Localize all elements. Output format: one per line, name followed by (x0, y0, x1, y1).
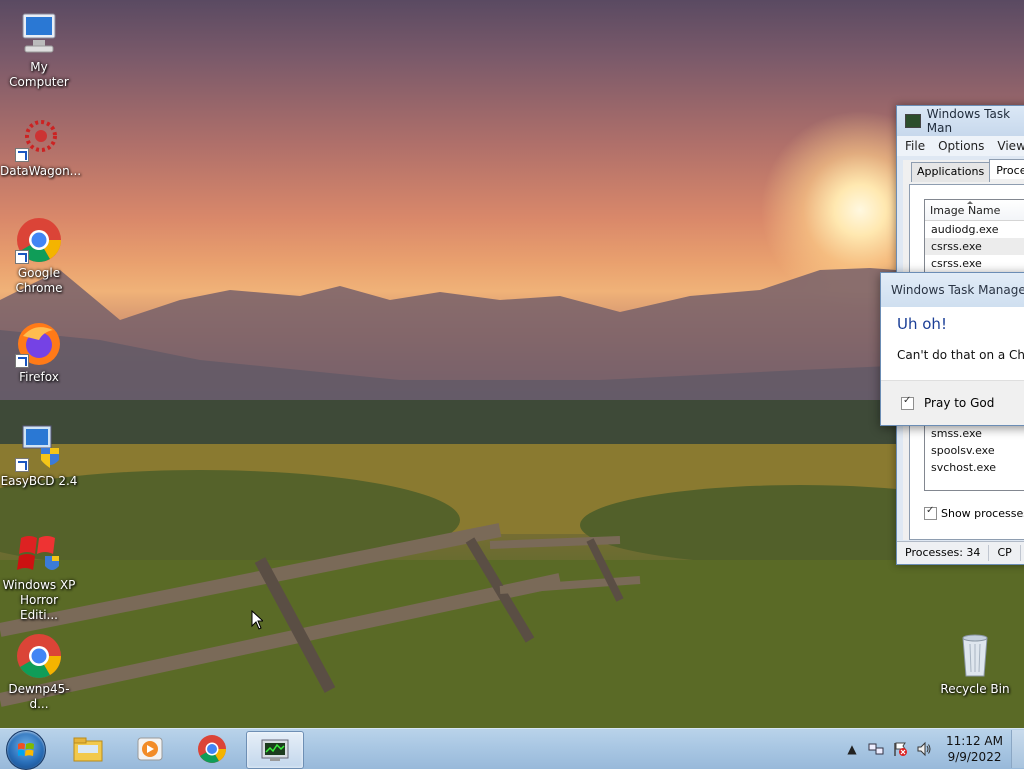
tab-applications[interactable]: Applications (911, 162, 991, 182)
pray-checkbox[interactable] (901, 395, 914, 410)
taskbar-chrome-button[interactable] (184, 731, 240, 767)
volume-icon[interactable] (915, 740, 933, 758)
process-row[interactable]: csrss.exe (925, 238, 1024, 255)
dialog-titlebar[interactable]: Windows Task Manager (881, 273, 1024, 307)
desktop-icon-my-computer[interactable]: My Computer (0, 10, 78, 90)
chrome-icon (15, 632, 63, 680)
firefox-icon (15, 320, 63, 368)
system-tray: ▲ 11:12 AM 9/9/2022 (840, 729, 1024, 769)
desktop-icon-label: Dewnp45-d... (8, 682, 70, 711)
process-row[interactable]: svchost.exe (925, 459, 1024, 476)
show-all-processes-checkbox[interactable]: Show processes f (924, 505, 1024, 520)
desktop-icon-firefox[interactable]: Firefox (0, 320, 78, 385)
desktop-icon-google-chrome[interactable]: Google Chrome (0, 216, 78, 296)
desktop-icon-label: Google Chrome (15, 266, 63, 295)
dialog-heading: Uh oh! (897, 315, 947, 333)
column-header-image-name[interactable]: Image Name (925, 200, 1024, 221)
shortcut-arrow-icon (15, 250, 29, 264)
task-manager-icon (905, 114, 921, 128)
task-manager-icon (261, 739, 289, 761)
start-button[interactable] (6, 730, 46, 770)
shortcut-arrow-icon (15, 148, 29, 162)
explorer-icon (73, 737, 103, 762)
desktop-icon-label: Windows XP Horror Editi... (2, 578, 76, 622)
chrome-icon (15, 216, 63, 264)
taskbar: ▲ 11:12 AM 9/9/2022 (0, 728, 1024, 770)
status-cpu: CP (989, 545, 1021, 561)
shortcut-arrow-icon (15, 354, 29, 368)
taskbar-explorer-button[interactable] (60, 731, 116, 767)
windows-logo-icon (18, 743, 34, 756)
datawagon-icon (15, 114, 63, 162)
desktop-icon-easybcd[interactable]: EasyBCD 2.4 (0, 424, 78, 489)
task-manager-titlebar[interactable]: Windows Task Man (897, 106, 1024, 136)
chrome-icon (198, 735, 226, 763)
desktop-icon-label: EasyBCD 2.4 (0, 474, 78, 488)
show-all-label: Show processes f (941, 507, 1024, 520)
process-row[interactable]: audiodg.exe (925, 221, 1024, 238)
tab-processes[interactable]: Processes (989, 159, 1024, 179)
process-row[interactable]: smss.exe (925, 425, 1024, 442)
action-center-flag-icon[interactable] (891, 740, 909, 758)
window-title: Windows Task Man (926, 107, 1011, 135)
show-hidden-icons-chevron[interactable]: ▲ (843, 740, 861, 758)
easybcd-icon (15, 424, 63, 472)
taskbar-clock[interactable]: 11:12 AM 9/9/2022 (946, 733, 1003, 765)
status-process-count: Processes: 34 (897, 545, 990, 561)
desktop-icon-label: Firefox (19, 370, 59, 384)
taskbar-media-player-button[interactable] (122, 731, 178, 767)
windows-flag-shield-icon (15, 528, 63, 576)
recycle-bin-icon (951, 632, 999, 680)
pray-checkbox-label: Pray to God (924, 396, 995, 410)
desktop-icon-recycle-bin[interactable]: Recycle Bin (936, 632, 1014, 697)
clock-time: 11:12 AM (946, 734, 1003, 748)
media-player-icon (137, 737, 163, 761)
process-row[interactable]: csrss.exe (925, 255, 1024, 272)
dialog-message: Can't do that on a Christ (897, 348, 1024, 362)
tab-strip: Applications Processes (911, 159, 1024, 182)
menu-file[interactable]: File (897, 139, 930, 153)
dialog-footer: Pray to God (881, 380, 1024, 425)
desktop-icon-dewnp45[interactable]: Dewnp45-d... (0, 632, 78, 712)
menu-bar: File Options View (897, 136, 1024, 156)
process-row[interactable]: spoolsv.exe (925, 442, 1024, 459)
menu-view[interactable]: View (989, 139, 1024, 153)
computer-icon (15, 10, 63, 58)
desktop-icon-label: DataWagon... (0, 164, 82, 178)
menu-options[interactable]: Options (930, 139, 989, 153)
network-icon[interactable] (867, 740, 885, 758)
desktop-icon-label: Recycle Bin (940, 682, 1010, 696)
desktop-icon-datawagon[interactable]: DataWagon... (0, 114, 82, 179)
status-bar: Processes: 34 CP (897, 541, 1024, 564)
clock-date: 9/9/2022 (947, 750, 1002, 764)
checkbox-box[interactable] (924, 505, 937, 520)
desktop-icon-windows-xp-horror[interactable]: Windows XP Horror Editi... (0, 528, 78, 623)
desktop-icon-label: My Computer (9, 60, 69, 89)
wallpaper-landscape (0, 268, 1024, 728)
show-desktop-button[interactable] (1011, 730, 1024, 768)
shortcut-arrow-icon (15, 458, 29, 472)
task-manager-dialog[interactable]: Windows Task Manager Uh oh! Can't do tha… (880, 272, 1024, 426)
desktop-wallpaper (0, 0, 1024, 728)
mouse-cursor-icon (251, 610, 263, 630)
taskbar-task-manager-button[interactable] (246, 731, 304, 769)
